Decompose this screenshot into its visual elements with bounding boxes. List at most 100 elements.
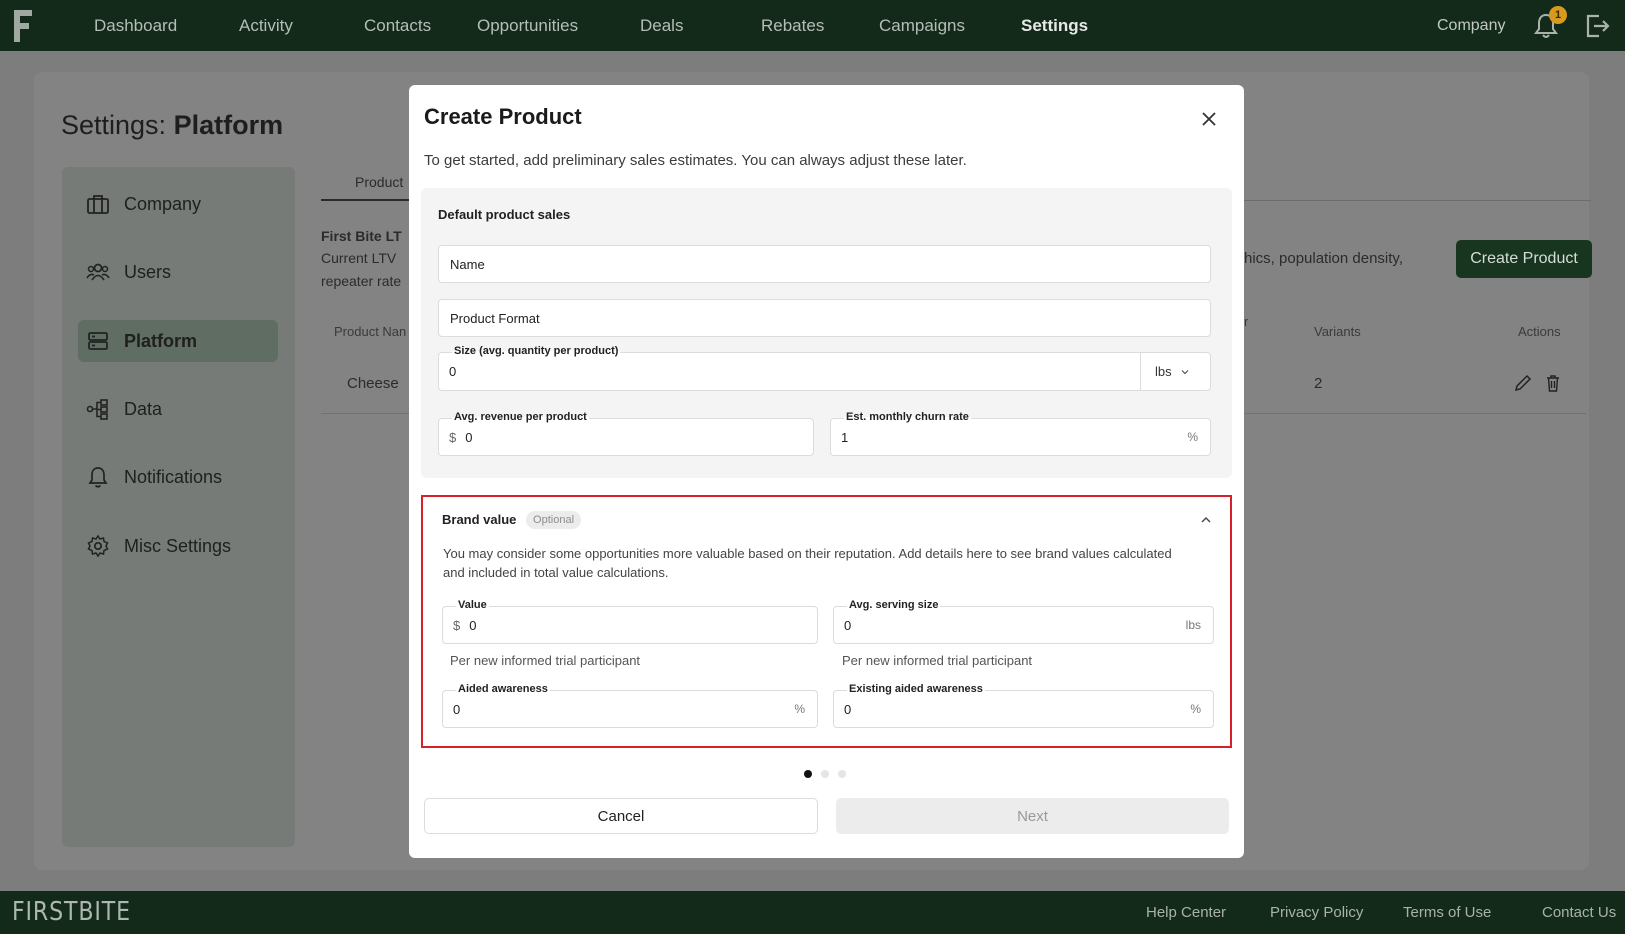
- name-placeholder: Name: [450, 256, 485, 272]
- avg-revenue-value: 0: [465, 429, 473, 445]
- sidebar-item-label: Notifications: [124, 466, 223, 487]
- brand-value-title: Brand value: [442, 512, 517, 527]
- brand-value-description: You may consider some opportunities more…: [443, 546, 1172, 580]
- edit-pencil-icon[interactable]: [1513, 373, 1533, 393]
- nav-deals[interactable]: Deals: [640, 0, 683, 51]
- nav-rebates[interactable]: Rebates: [761, 0, 824, 51]
- close-icon[interactable]: [1199, 109, 1219, 129]
- create-product-modal: Create Product To get started, add preli…: [409, 85, 1244, 858]
- dollar-prefix: $: [449, 429, 457, 445]
- avg-serving-size-label: Avg. serving size: [847, 599, 941, 611]
- brand-value-header[interactable]: Brand value Optional: [442, 511, 582, 529]
- footer-contact-link[interactable]: Contact Us: [1542, 904, 1616, 921]
- product-format-placeholder: Product Format: [450, 310, 540, 326]
- churn-rate-field[interactable]: Est. monthly churn rate 1 %: [830, 411, 1211, 456]
- company-switcher[interactable]: Company: [1437, 0, 1505, 51]
- size-unit-value: lbs: [1155, 364, 1172, 379]
- sidebar-item-users[interactable]: Users: [78, 251, 278, 293]
- brand-value-helper: Per new informed trial participant: [450, 653, 641, 668]
- col-variants: Variants: [1314, 324, 1361, 339]
- row-variants: 2: [1314, 375, 1323, 392]
- footer-logo: FIRSTBITE: [12, 897, 131, 927]
- col-product-name: Product Nan: [334, 324, 407, 339]
- sidebar-item-data[interactable]: Data: [78, 388, 278, 430]
- name-field[interactable]: Name: [438, 245, 1211, 283]
- bell-icon: [88, 467, 108, 488]
- modal-subtitle: To get started, add preliminary sales es…: [424, 152, 967, 169]
- create-product-button-bg[interactable]: Create Product: [1456, 240, 1592, 278]
- aided-awareness-field[interactable]: Aided awareness 0 %: [442, 683, 818, 728]
- row-product-name: Cheese: [347, 375, 399, 392]
- optional-badge: Optional: [526, 511, 582, 529]
- top-nav: Dashboard Activity Contacts Opportunitie…: [0, 0, 1625, 51]
- aided-awareness-value: 0: [453, 701, 461, 717]
- avg-serving-size-field[interactable]: Avg. serving size 0 lbs: [833, 599, 1214, 644]
- footer-terms-link[interactable]: Terms of Use: [1403, 904, 1491, 921]
- brand-value-section: Brand value Optional You may consider so…: [421, 495, 1232, 748]
- page-title-section: Platform: [173, 110, 284, 140]
- logout-icon[interactable]: [1583, 12, 1611, 40]
- data-flow-icon: [86, 399, 108, 420]
- next-button[interactable]: Next: [836, 798, 1229, 834]
- step-dot-3[interactable]: [838, 770, 846, 778]
- size-field[interactable]: Size (avg. quantity per product) 0 lbs: [438, 345, 1211, 391]
- step-indicator: [804, 770, 846, 778]
- footer-help-center-link[interactable]: Help Center: [1146, 904, 1226, 921]
- percent-suffix: %: [1190, 702, 1201, 716]
- size-value: 0: [449, 364, 457, 379]
- avg-revenue-label: Avg. revenue per product: [452, 411, 589, 423]
- step-dot-1[interactable]: [804, 770, 812, 778]
- footer: [0, 891, 1625, 934]
- existing-aided-awareness-field[interactable]: Existing aided awareness 0 %: [833, 683, 1214, 728]
- nav-campaigns[interactable]: Campaigns: [879, 0, 965, 51]
- nav-dashboard[interactable]: Dashboard: [94, 0, 177, 51]
- brand-value-value: 0: [469, 617, 477, 633]
- nav-activity[interactable]: Activity: [239, 0, 293, 51]
- ltv-title: First Bite LT: [321, 228, 402, 244]
- sidebar-item-label: Data: [124, 398, 163, 419]
- ltv-line-1: Current LTV: [321, 250, 397, 266]
- lbs-suffix: lbs: [1185, 618, 1201, 632]
- sidebar-item-label: Misc Settings: [124, 535, 232, 556]
- default-sales-section: Default product sales Name Product Forma…: [421, 188, 1232, 478]
- percent-suffix: %: [794, 702, 805, 716]
- nav-opportunities[interactable]: Opportunities: [477, 0, 578, 51]
- dollar-prefix: $: [453, 617, 461, 633]
- existing-aided-awareness-label: Existing aided awareness: [847, 683, 985, 695]
- col-partial: r: [1244, 314, 1249, 329]
- delete-trash-icon[interactable]: [1543, 373, 1563, 393]
- nav-contacts[interactable]: Contacts: [364, 0, 431, 51]
- chevron-up-icon[interactable]: [1199, 513, 1213, 527]
- nav-settings[interactable]: Settings: [1021, 0, 1088, 51]
- gear-icon: [87, 534, 109, 558]
- churn-rate-value: 1: [841, 429, 849, 445]
- cancel-button[interactable]: Cancel: [424, 798, 818, 834]
- avg-serving-size-helper: Per new informed trial participant: [842, 653, 1033, 668]
- notification-count-badge: 1: [1549, 6, 1567, 24]
- brand-value-field[interactable]: Value $0: [442, 599, 818, 644]
- sidebar-item-misc-settings[interactable]: Misc Settings: [78, 525, 278, 567]
- sidebar-item-notifications[interactable]: Notifications: [78, 456, 278, 498]
- ltv-line-2: repeater rate: [321, 273, 402, 289]
- page-title-prefix: Settings:: [61, 110, 167, 140]
- users-icon: [86, 263, 110, 281]
- size-unit-select[interactable]: lbs: [1140, 353, 1210, 390]
- percent-suffix: %: [1187, 430, 1198, 444]
- size-label: Size (avg. quantity per product): [452, 345, 621, 357]
- sidebar-item-label: Users: [124, 261, 172, 282]
- footer-privacy-policy-link[interactable]: Privacy Policy: [1270, 904, 1363, 921]
- col-actions: Actions: [1518, 324, 1561, 339]
- server-icon: [88, 332, 108, 350]
- tab-products[interactable]: Product: [355, 174, 403, 190]
- firstbite-logo-icon[interactable]: [12, 8, 34, 44]
- sidebar-item-platform[interactable]: Platform: [78, 320, 278, 362]
- sidebar-item-label: Platform: [124, 330, 198, 351]
- product-format-field[interactable]: Product Format: [438, 299, 1211, 337]
- default-sales-title: Default product sales: [438, 207, 571, 222]
- chevron-down-icon: [1181, 369, 1189, 374]
- sidebar-item-company[interactable]: Company: [78, 183, 278, 225]
- avg-revenue-field[interactable]: Avg. revenue per product $0: [438, 411, 814, 456]
- ltv-description-tail: hics, population density,: [1244, 250, 1403, 267]
- step-dot-2[interactable]: [821, 770, 829, 778]
- churn-rate-label: Est. monthly churn rate: [844, 411, 971, 423]
